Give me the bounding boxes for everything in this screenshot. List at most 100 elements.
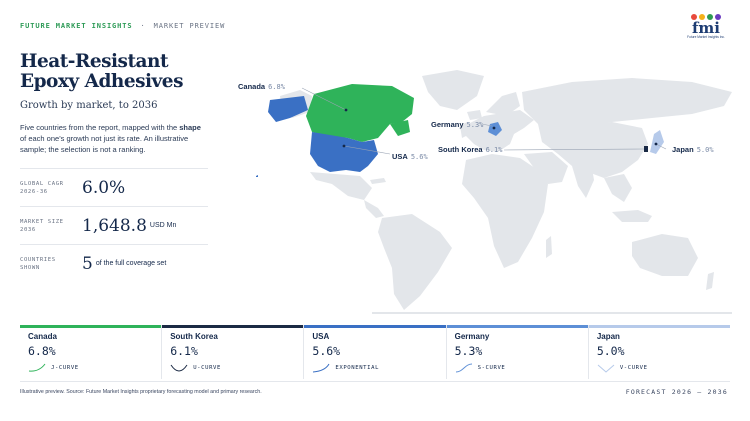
australia-land bbox=[632, 234, 698, 276]
map-label-country: Germany bbox=[431, 120, 464, 129]
card-curve-label: EXPONENTIAL bbox=[335, 365, 380, 371]
card-color-bar bbox=[446, 325, 588, 328]
stat-unit: USD Mn bbox=[149, 222, 177, 229]
antarctica-hint bbox=[372, 312, 732, 314]
map-label-value: 6.1% bbox=[485, 146, 503, 154]
card-color-bar bbox=[20, 325, 162, 328]
madagascar-land bbox=[546, 236, 552, 258]
card-country: Japan bbox=[596, 332, 620, 341]
card-value: 5.6% bbox=[312, 344, 341, 358]
india-land bbox=[572, 166, 594, 198]
v-curve-icon bbox=[597, 364, 615, 373]
marker-usa bbox=[342, 144, 346, 148]
u-curve-icon bbox=[170, 364, 188, 372]
logo-wordmark: fmi bbox=[691, 19, 721, 37]
map-label-canada: Canada 6.8% bbox=[238, 82, 285, 91]
exponential-curve-icon bbox=[313, 363, 330, 373]
card-japan: Japan 5.0% V-CURVE bbox=[588, 325, 731, 379]
stat-global-cagr: GLOBAL CAGR 2026-36 6.0% bbox=[20, 168, 208, 206]
description-emphasis: shape bbox=[179, 123, 201, 132]
marker-germany bbox=[492, 126, 496, 130]
card-value: 6.8% bbox=[28, 344, 56, 358]
card-germany: Germany 5.3% S-CURVE bbox=[446, 325, 589, 379]
stat-label: MARKET SIZE 2036 bbox=[20, 218, 64, 233]
marker-south-korea bbox=[644, 147, 648, 151]
stat-value: 5 bbox=[82, 253, 93, 274]
card-value: 5.0% bbox=[596, 344, 625, 358]
card-curve: V-CURVE bbox=[597, 363, 648, 373]
card-color-bar bbox=[588, 325, 731, 328]
usa-alaska-shape bbox=[268, 96, 308, 122]
stat-countries-shown: COUNTRIES SHOWN 5 of the full coverage s… bbox=[20, 244, 208, 282]
s-curve-icon bbox=[455, 363, 472, 373]
mexico-land bbox=[310, 172, 372, 200]
world-map bbox=[252, 62, 750, 314]
card-usa: USA 5.6% EXPONENTIAL bbox=[304, 325, 447, 379]
country-cards: Canada 6.8% J-CURVE South Korea 6.1% U-C… bbox=[20, 325, 731, 379]
source-note: Illustrative preview. Source: Future Mar… bbox=[20, 389, 262, 395]
caribbean-land bbox=[370, 178, 386, 184]
fmi-logo: fmi Future Market Insights Inc. bbox=[684, 14, 728, 40]
map-label-value: 6.8% bbox=[268, 83, 285, 91]
japan-shape bbox=[650, 130, 664, 154]
map-label-value: 5.3% bbox=[466, 121, 484, 129]
card-south-korea: South Korea 6.1% U-CURVE bbox=[162, 325, 305, 379]
map-label-value: 5.0% bbox=[696, 146, 714, 154]
brand-name: FUTURE MARKET INSIGHTS bbox=[20, 22, 133, 30]
card-curve: EXPONENTIAL bbox=[312, 363, 379, 373]
map-label-country: Canada bbox=[238, 82, 266, 91]
page-title: Heat-Resistant Epoxy Adhesives bbox=[20, 51, 183, 92]
stat-unit: of the full coverage set bbox=[95, 260, 167, 267]
marker-japan bbox=[654, 142, 658, 146]
indonesia-land bbox=[612, 210, 652, 222]
map-label-country: South Korea bbox=[438, 145, 483, 154]
j-curve-icon bbox=[28, 363, 46, 372]
map-label-japan: Japan 5.0% bbox=[672, 145, 714, 154]
greenland-land bbox=[422, 70, 484, 110]
card-color-bar bbox=[162, 325, 304, 328]
logo-subtitle: Future Market Insights Inc. bbox=[687, 35, 725, 39]
footer-divider bbox=[20, 381, 730, 382]
card-curve-label: J-CURVE bbox=[51, 365, 79, 371]
south-america-land bbox=[378, 214, 452, 310]
card-curve-label: S-CURVE bbox=[477, 365, 506, 371]
southeast-asia-land bbox=[604, 174, 632, 202]
new-zealand-land bbox=[706, 272, 714, 290]
map-label-south-korea: South Korea 6.1% bbox=[438, 145, 502, 154]
card-curve-label: V-CURVE bbox=[619, 365, 648, 371]
stat-value: 1,648.8 bbox=[82, 215, 147, 236]
top-header: FUTURE MARKET INSIGHTS · MARKET PREVIEW bbox=[20, 22, 225, 30]
central-america-land bbox=[364, 200, 384, 218]
map-label-country: Japan bbox=[672, 145, 694, 154]
card-curve-label: U-CURVE bbox=[193, 365, 221, 371]
card-color-bar bbox=[304, 325, 446, 328]
section-label: MARKET PREVIEW bbox=[153, 22, 226, 30]
card-country: Germany bbox=[454, 332, 490, 341]
map-label-value: 5.6% bbox=[410, 153, 428, 161]
world-map-svg bbox=[256, 70, 732, 314]
stat-label: COUNTRIES SHOWN bbox=[20, 256, 56, 271]
map-label-germany: Germany 5.3% bbox=[431, 120, 483, 129]
stat-market-size: MARKET SIZE 2036 1,648.8 USD Mn bbox=[20, 206, 208, 244]
description-text-b: of each one's growth not just its rate. … bbox=[20, 134, 189, 154]
map-label-usa: USA 5.6% bbox=[392, 152, 428, 161]
card-value: 6.1% bbox=[170, 344, 198, 358]
card-country: South Korea bbox=[170, 332, 218, 341]
page-subtitle: Growth by market, to 2036 bbox=[20, 100, 158, 111]
card-value: 5.3% bbox=[454, 344, 483, 358]
africa-land bbox=[462, 154, 548, 268]
card-country: USA bbox=[312, 332, 330, 341]
card-curve: S-CURVE bbox=[455, 363, 506, 373]
marker-canada bbox=[344, 108, 348, 112]
card-canada: Canada 6.8% J-CURVE bbox=[20, 325, 163, 379]
description-text-a: Five countries from the report, mapped w… bbox=[20, 123, 180, 132]
stat-value: 6.0% bbox=[82, 177, 126, 198]
forecast-period: FORECAST 2026 – 2036 bbox=[625, 388, 728, 396]
card-curve: U-CURVE bbox=[170, 363, 221, 373]
stat-label: GLOBAL CAGR 2026-36 bbox=[20, 180, 64, 195]
header-separator: · bbox=[140, 22, 146, 30]
description: Five countries from the report, mapped w… bbox=[20, 122, 202, 155]
usa-hawaii-shape bbox=[256, 175, 258, 177]
russia-land bbox=[522, 78, 732, 126]
map-label-country: USA bbox=[392, 152, 408, 161]
